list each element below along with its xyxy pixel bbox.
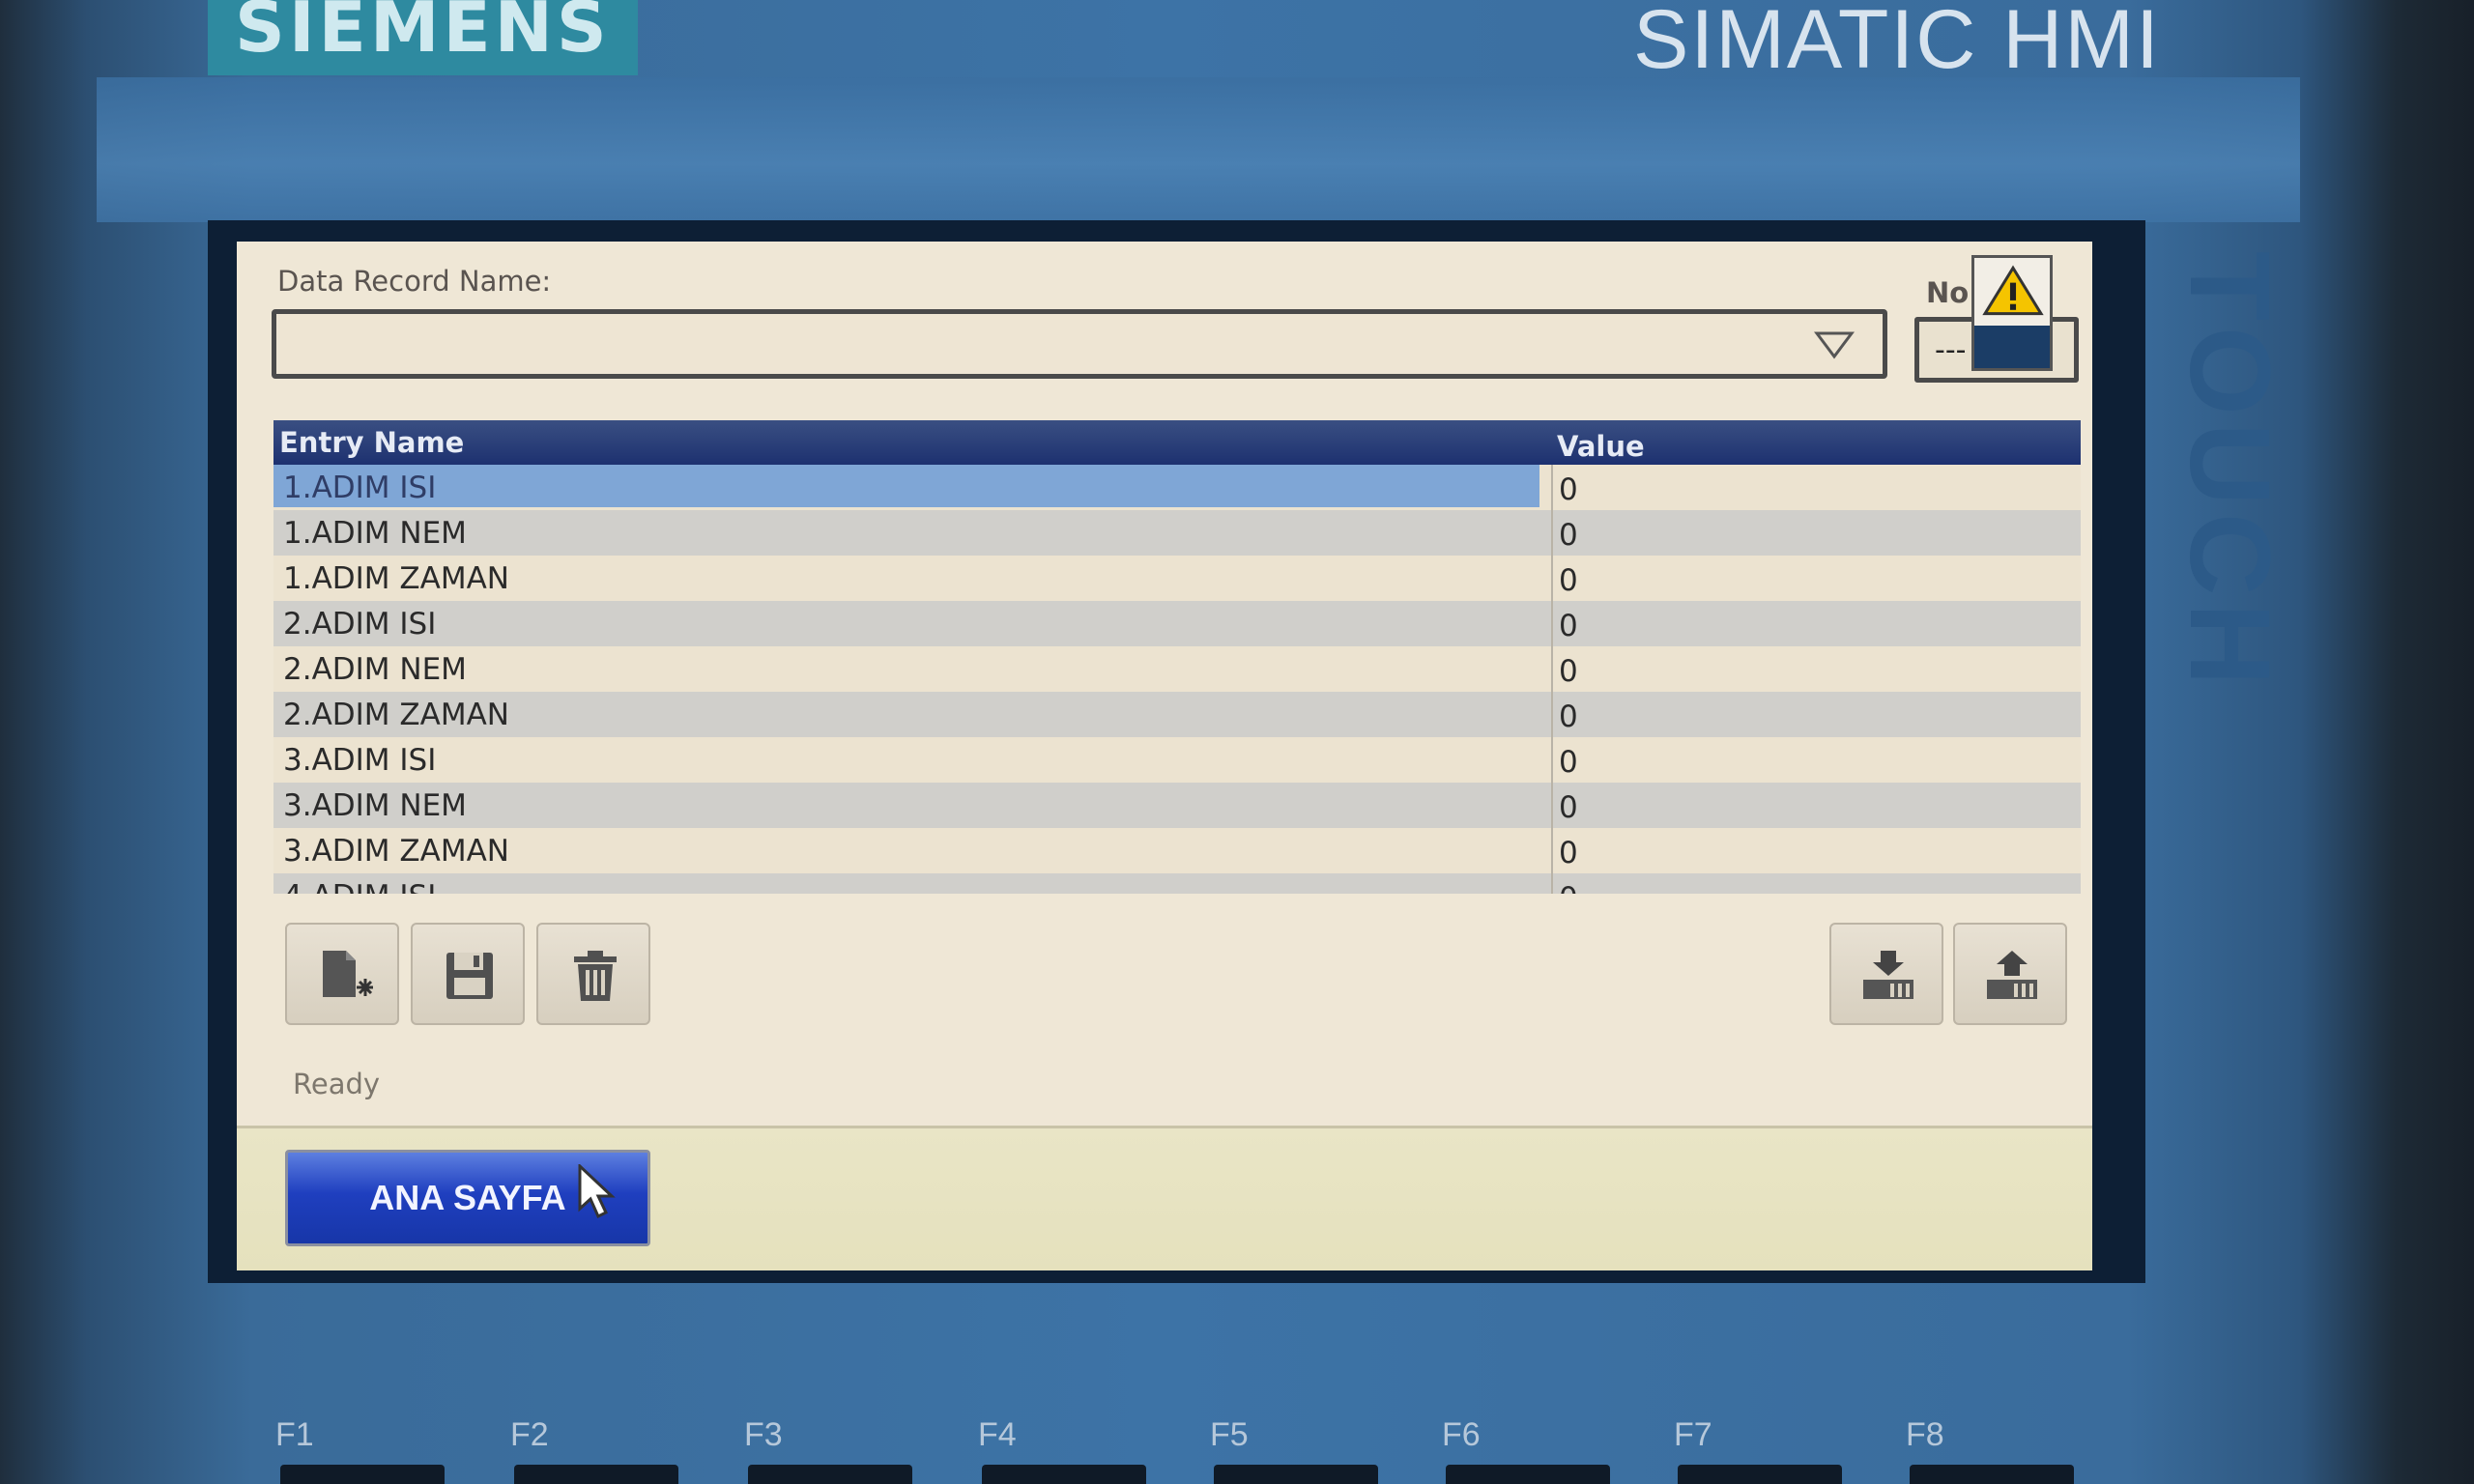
- value-cell[interactable]: 0: [1559, 563, 1578, 598]
- f5-key[interactable]: [1214, 1465, 1378, 1484]
- hmi-screen: Data Record Name: No. --- Entry Name Val…: [237, 242, 2092, 1270]
- fkey-label: F8: [1906, 1416, 1944, 1453]
- value-cell[interactable]: 0: [1559, 699, 1578, 734]
- column-header-entry-name: Entry Name: [279, 426, 465, 459]
- recipe-table: Entry Name Value 1.ADIM ISI 0 1.ADIM NEM…: [273, 420, 2081, 894]
- table-row[interactable]: 2.ADIM ZAMAN 0: [273, 692, 2081, 737]
- entry-name-cell: 1.ADIM ISI: [273, 465, 1539, 507]
- entry-name-cell: 3.ADIM NEM: [283, 788, 467, 823]
- record-name-label: Data Record Name:: [277, 265, 552, 298]
- read-from-plc-button[interactable]: [1829, 923, 1943, 1025]
- table-row[interactable]: 1.ADIM NEM 0: [273, 510, 2081, 556]
- entry-name-cell: 2.ADIM NEM: [283, 652, 467, 687]
- record-number-value: ---: [1935, 333, 1967, 367]
- f2-key[interactable]: [514, 1465, 678, 1484]
- table-row[interactable]: 3.ADIM NEM 0: [273, 783, 2081, 828]
- fkey-label: F2: [510, 1416, 549, 1453]
- new-record-icon: [323, 951, 373, 997]
- table-row[interactable]: 1.ADIM ZAMAN 0: [273, 556, 2081, 601]
- brand-logo: SIEMENS: [208, 0, 638, 75]
- column-header-value: Value: [1557, 430, 1645, 463]
- f6-key[interactable]: [1446, 1465, 1610, 1484]
- hmi-bezel: SIEMENS SIMATIC HMI TOUCH Data Record Na…: [0, 0, 2474, 1484]
- column-divider: [1551, 465, 1553, 894]
- fkey-label: F5: [1210, 1416, 1249, 1453]
- delete-record-button[interactable]: [536, 923, 650, 1025]
- save-icon: [446, 953, 493, 999]
- entry-name-cell: 2.ADIM ISI: [283, 607, 437, 642]
- bezel-top-band: [97, 77, 2300, 222]
- table-row[interactable]: 1.ADIM ISI 0: [273, 465, 2081, 510]
- table-header: Entry Name Value: [273, 420, 2081, 465]
- new-record-button[interactable]: [285, 923, 399, 1025]
- save-record-button[interactable]: [411, 923, 525, 1025]
- f4-key[interactable]: [982, 1465, 1146, 1484]
- f3-key[interactable]: [748, 1465, 912, 1484]
- cursor-icon: [578, 1164, 616, 1219]
- table-row[interactable]: 4.ADIM ISI 0: [273, 873, 2081, 894]
- fkey-label: F1: [275, 1416, 314, 1453]
- value-cell[interactable]: 0: [1559, 745, 1578, 780]
- fkey-label: F6: [1442, 1416, 1481, 1453]
- function-keys: F1 F2 F3 F4 F5 F6 F7 F8: [0, 1372, 2474, 1484]
- fkey-label: F3: [744, 1416, 783, 1453]
- read-from-plc-icon: [1863, 951, 1913, 999]
- value-cell[interactable]: 0: [1559, 654, 1578, 689]
- record-name-combobox[interactable]: [272, 309, 1887, 379]
- entry-name-cell: 1.ADIM NEM: [283, 516, 467, 551]
- f7-key[interactable]: [1678, 1465, 1842, 1484]
- alarm-indicator[interactable]: [1971, 255, 2053, 371]
- table-row[interactable]: 3.ADIM ZAMAN 0: [273, 828, 2081, 873]
- f1-key[interactable]: [280, 1465, 445, 1484]
- touch-label: TOUCH: [2166, 251, 2293, 694]
- entry-name-cell: 4.ADIM ISI: [281, 879, 1547, 894]
- value-cell[interactable]: 0: [1559, 472, 1578, 507]
- table-row[interactable]: 2.ADIM NEM 0: [273, 646, 2081, 692]
- delete-icon: [574, 951, 617, 1001]
- write-to-plc-icon: [1987, 951, 2037, 999]
- alarm-indicator-bar: [1974, 326, 2050, 368]
- entry-name-cell: 3.ADIM ZAMAN: [283, 834, 509, 869]
- status-text: Ready: [293, 1068, 381, 1100]
- value-cell[interactable]: 0: [1559, 836, 1578, 870]
- entry-name-cell: 1.ADIM ZAMAN: [283, 561, 509, 596]
- value-cell[interactable]: 0: [1559, 609, 1578, 643]
- value-cell[interactable]: 0: [1559, 881, 1578, 894]
- table-body[interactable]: 1.ADIM ISI 0 1.ADIM NEM 0 1.ADIM ZAMAN 0…: [273, 465, 2081, 894]
- entry-name-cell: 2.ADIM ZAMAN: [283, 698, 509, 732]
- warning-icon: [1982, 265, 2044, 316]
- f8-key[interactable]: [1910, 1465, 2074, 1484]
- entry-name-cell: 3.ADIM ISI: [283, 743, 437, 778]
- chevron-down-icon[interactable]: [1813, 328, 1856, 362]
- recipe-view: Data Record Name: No. --- Entry Name Val…: [237, 242, 2092, 1126]
- value-cell[interactable]: 0: [1559, 518, 1578, 553]
- fkey-label: F4: [978, 1416, 1017, 1453]
- table-row[interactable]: 3.ADIM ISI 0: [273, 737, 2081, 783]
- write-to-plc-button[interactable]: [1953, 923, 2067, 1025]
- model-label: SIMATIC HMI: [1633, 0, 2161, 86]
- fkey-label: F7: [1674, 1416, 1712, 1453]
- value-cell[interactable]: 0: [1559, 790, 1578, 825]
- table-row[interactable]: 2.ADIM ISI 0: [273, 601, 2081, 646]
